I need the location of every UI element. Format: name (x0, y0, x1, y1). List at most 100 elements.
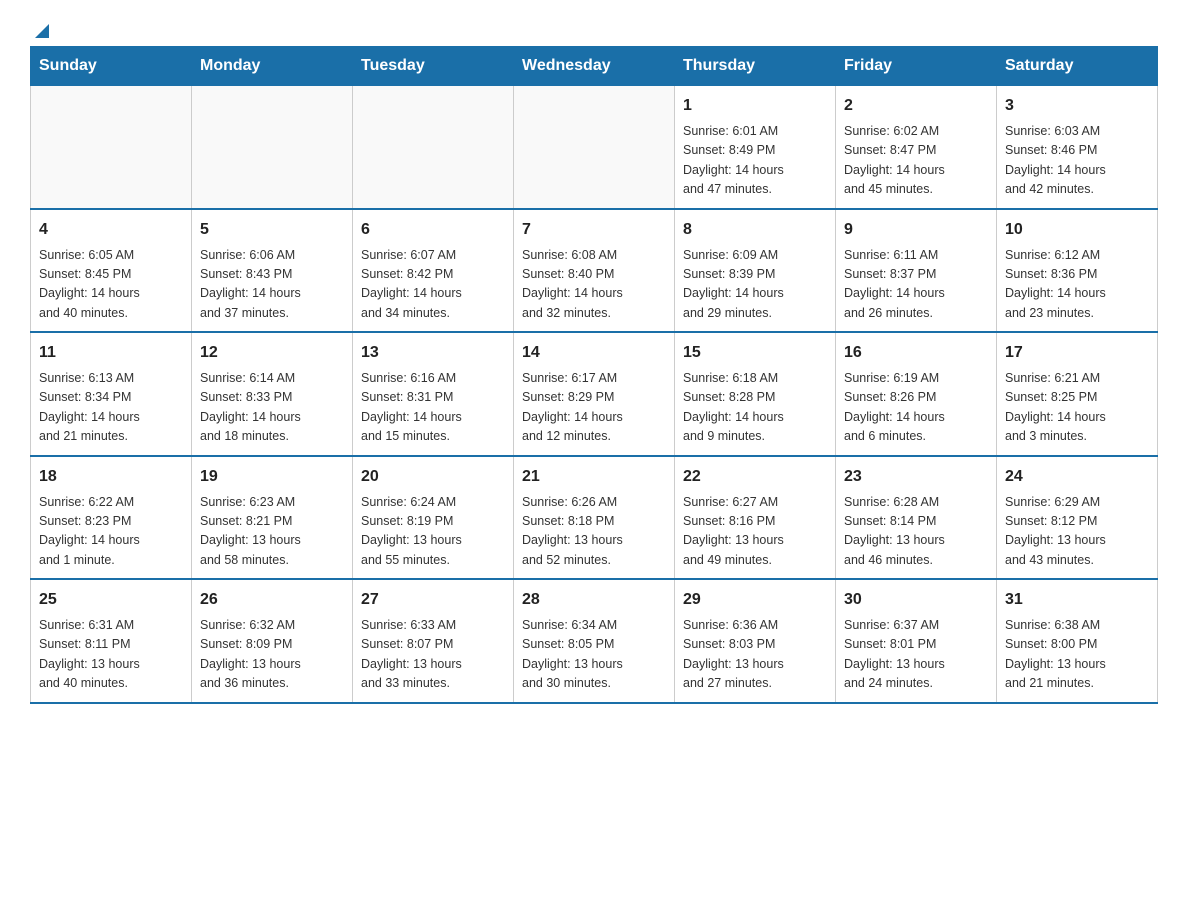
calendar-cell: 13 Sunrise: 6:16 AM Sunset: 8:31 PM Dayli… (353, 332, 514, 456)
calendar-cell: 20 Sunrise: 6:24 AM Sunset: 8:19 PM Dayli… (353, 456, 514, 580)
day-number: 19 (200, 465, 344, 489)
day-info: Sunrise: 6:29 AM Sunset: 8:12 PM Dayligh… (1005, 493, 1149, 571)
calendar-cell: 6 Sunrise: 6:07 AM Sunset: 8:42 PM Daylig… (353, 209, 514, 333)
day-number: 20 (361, 465, 505, 489)
weekday-header-monday: Monday (192, 47, 353, 86)
logo-triangle-icon (31, 20, 53, 42)
calendar-week-row: 11Sunrise: 6:13 AM Sunset: 8:34 PM Dayli… (31, 332, 1158, 456)
weekday-header-wednesday: Wednesday (514, 47, 675, 86)
day-info: Sunrise: 6:33 AM Sunset: 8:07 PM Dayligh… (361, 616, 505, 694)
day-info: Sunrise: 6:31 AM Sunset: 8:11 PM Dayligh… (39, 616, 183, 694)
day-number: 8 (683, 218, 827, 242)
calendar-cell (514, 86, 675, 209)
day-info: Sunrise: 6:26 AM Sunset: 8:18 PM Dayligh… (522, 493, 666, 571)
calendar-cell: 25Sunrise: 6:31 AM Sunset: 8:11 PM Dayli… (31, 579, 192, 703)
day-number: 12 (200, 341, 344, 365)
day-info: Sunrise: 6:17 AM Sunset: 8:29 PM Dayligh… (522, 369, 666, 447)
calendar-week-row: 25Sunrise: 6:31 AM Sunset: 8:11 PM Dayli… (31, 579, 1158, 703)
day-number: 18 (39, 465, 183, 489)
day-info: Sunrise: 6:06 AM Sunset: 8:43 PM Dayligh… (200, 246, 344, 324)
calendar-cell: 26 Sunrise: 6:32 AM Sunset: 8:09 PM Dayli… (192, 579, 353, 703)
calendar-week-row: 1Sunrise: 6:01 AM Sunset: 8:49 PM Daylig… (31, 86, 1158, 209)
day-info: Sunrise: 6:22 AM Sunset: 8:23 PM Dayligh… (39, 493, 183, 571)
weekday-header-tuesday: Tuesday (353, 47, 514, 86)
day-info: Sunrise: 6:05 AM Sunset: 8:45 PM Dayligh… (39, 246, 183, 324)
day-number: 15 (683, 341, 827, 365)
calendar-cell: 15 Sunrise: 6:18 AM Sunset: 8:28 PM Dayli… (675, 332, 836, 456)
day-number: 1 (683, 94, 827, 118)
weekday-header-thursday: Thursday (675, 47, 836, 86)
calendar-cell: 16Sunrise: 6:19 AM Sunset: 8:26 PM Dayli… (836, 332, 997, 456)
day-number: 2 (844, 94, 988, 118)
day-info: Sunrise: 6:08 AM Sunset: 8:40 PM Dayligh… (522, 246, 666, 324)
calendar-cell: 4 Sunrise: 6:05 AM Sunset: 8:45 PM Daylig… (31, 209, 192, 333)
calendar-cell: 10 Sunrise: 6:12 AM Sunset: 8:36 PM Dayli… (997, 209, 1158, 333)
calendar-cell: 18 Sunrise: 6:22 AM Sunset: 8:23 PM Dayli… (31, 456, 192, 580)
day-info: Sunrise: 6:34 AM Sunset: 8:05 PM Dayligh… (522, 616, 666, 694)
day-number: 23 (844, 465, 988, 489)
calendar-cell: 30Sunrise: 6:37 AM Sunset: 8:01 PM Dayli… (836, 579, 997, 703)
day-number: 10 (1005, 218, 1149, 242)
weekday-header-row: SundayMondayTuesdayWednesdayThursdayFrid… (31, 47, 1158, 86)
calendar-cell (192, 86, 353, 209)
day-number: 17 (1005, 341, 1149, 365)
day-number: 4 (39, 218, 183, 242)
page-header (30, 20, 1158, 36)
calendar-cell: 8 Sunrise: 6:09 AM Sunset: 8:39 PM Daylig… (675, 209, 836, 333)
calendar-week-row: 18 Sunrise: 6:22 AM Sunset: 8:23 PM Dayli… (31, 456, 1158, 580)
day-info: Sunrise: 6:38 AM Sunset: 8:00 PM Dayligh… (1005, 616, 1149, 694)
calendar-cell: 11Sunrise: 6:13 AM Sunset: 8:34 PM Dayli… (31, 332, 192, 456)
calendar-cell: 3 Sunrise: 6:03 AM Sunset: 8:46 PM Daylig… (997, 86, 1158, 209)
day-number: 5 (200, 218, 344, 242)
day-number: 14 (522, 341, 666, 365)
day-info: Sunrise: 6:11 AM Sunset: 8:37 PM Dayligh… (844, 246, 988, 324)
day-number: 21 (522, 465, 666, 489)
calendar-cell: 24 Sunrise: 6:29 AM Sunset: 8:12 PM Dayli… (997, 456, 1158, 580)
day-number: 13 (361, 341, 505, 365)
day-number: 7 (522, 218, 666, 242)
day-info: Sunrise: 6:16 AM Sunset: 8:31 PM Dayligh… (361, 369, 505, 447)
weekday-header-sunday: Sunday (31, 47, 192, 86)
calendar-cell (353, 86, 514, 209)
day-info: Sunrise: 6:28 AM Sunset: 8:14 PM Dayligh… (844, 493, 988, 571)
day-number: 26 (200, 588, 344, 612)
calendar-cell: 21 Sunrise: 6:26 AM Sunset: 8:18 PM Dayli… (514, 456, 675, 580)
day-number: 6 (361, 218, 505, 242)
day-number: 31 (1005, 588, 1149, 612)
calendar-cell: 22 Sunrise: 6:27 AM Sunset: 8:16 PM Dayli… (675, 456, 836, 580)
day-info: Sunrise: 6:27 AM Sunset: 8:16 PM Dayligh… (683, 493, 827, 571)
calendar-cell: 12 Sunrise: 6:14 AM Sunset: 8:33 PM Dayli… (192, 332, 353, 456)
day-info: Sunrise: 6:18 AM Sunset: 8:28 PM Dayligh… (683, 369, 827, 447)
logo-wrapper (30, 20, 54, 42)
calendar-cell: 31 Sunrise: 6:38 AM Sunset: 8:00 PM Dayli… (997, 579, 1158, 703)
weekday-header-friday: Friday (836, 47, 997, 86)
day-number: 24 (1005, 465, 1149, 489)
day-info: Sunrise: 6:21 AM Sunset: 8:25 PM Dayligh… (1005, 369, 1149, 447)
day-info: Sunrise: 6:14 AM Sunset: 8:33 PM Dayligh… (200, 369, 344, 447)
day-info: Sunrise: 6:03 AM Sunset: 8:46 PM Dayligh… (1005, 122, 1149, 200)
calendar-cell: 5 Sunrise: 6:06 AM Sunset: 8:43 PM Daylig… (192, 209, 353, 333)
day-info: Sunrise: 6:09 AM Sunset: 8:39 PM Dayligh… (683, 246, 827, 324)
calendar-cell: 29 Sunrise: 6:36 AM Sunset: 8:03 PM Dayli… (675, 579, 836, 703)
day-info: Sunrise: 6:12 AM Sunset: 8:36 PM Dayligh… (1005, 246, 1149, 324)
day-info: Sunrise: 6:07 AM Sunset: 8:42 PM Dayligh… (361, 246, 505, 324)
day-info: Sunrise: 6:13 AM Sunset: 8:34 PM Dayligh… (39, 369, 183, 447)
day-info: Sunrise: 6:32 AM Sunset: 8:09 PM Dayligh… (200, 616, 344, 694)
day-info: Sunrise: 6:24 AM Sunset: 8:19 PM Dayligh… (361, 493, 505, 571)
day-number: 29 (683, 588, 827, 612)
calendar-cell: 14 Sunrise: 6:17 AM Sunset: 8:29 PM Dayli… (514, 332, 675, 456)
calendar-table: SundayMondayTuesdayWednesdayThursdayFrid… (30, 46, 1158, 704)
day-info: Sunrise: 6:19 AM Sunset: 8:26 PM Dayligh… (844, 369, 988, 447)
calendar-cell (31, 86, 192, 209)
calendar-cell: 2 Sunrise: 6:02 AM Sunset: 8:47 PM Daylig… (836, 86, 997, 209)
day-number: 3 (1005, 94, 1149, 118)
calendar-week-row: 4 Sunrise: 6:05 AM Sunset: 8:45 PM Daylig… (31, 209, 1158, 333)
logo-area (30, 20, 54, 36)
day-info: Sunrise: 6:37 AM Sunset: 8:01 PM Dayligh… (844, 616, 988, 694)
calendar-cell: 17 Sunrise: 6:21 AM Sunset: 8:25 PM Dayli… (997, 332, 1158, 456)
day-info: Sunrise: 6:02 AM Sunset: 8:47 PM Dayligh… (844, 122, 988, 200)
day-number: 22 (683, 465, 827, 489)
day-info: Sunrise: 6:36 AM Sunset: 8:03 PM Dayligh… (683, 616, 827, 694)
calendar-cell: 9Sunrise: 6:11 AM Sunset: 8:37 PM Daylig… (836, 209, 997, 333)
weekday-header-saturday: Saturday (997, 47, 1158, 86)
